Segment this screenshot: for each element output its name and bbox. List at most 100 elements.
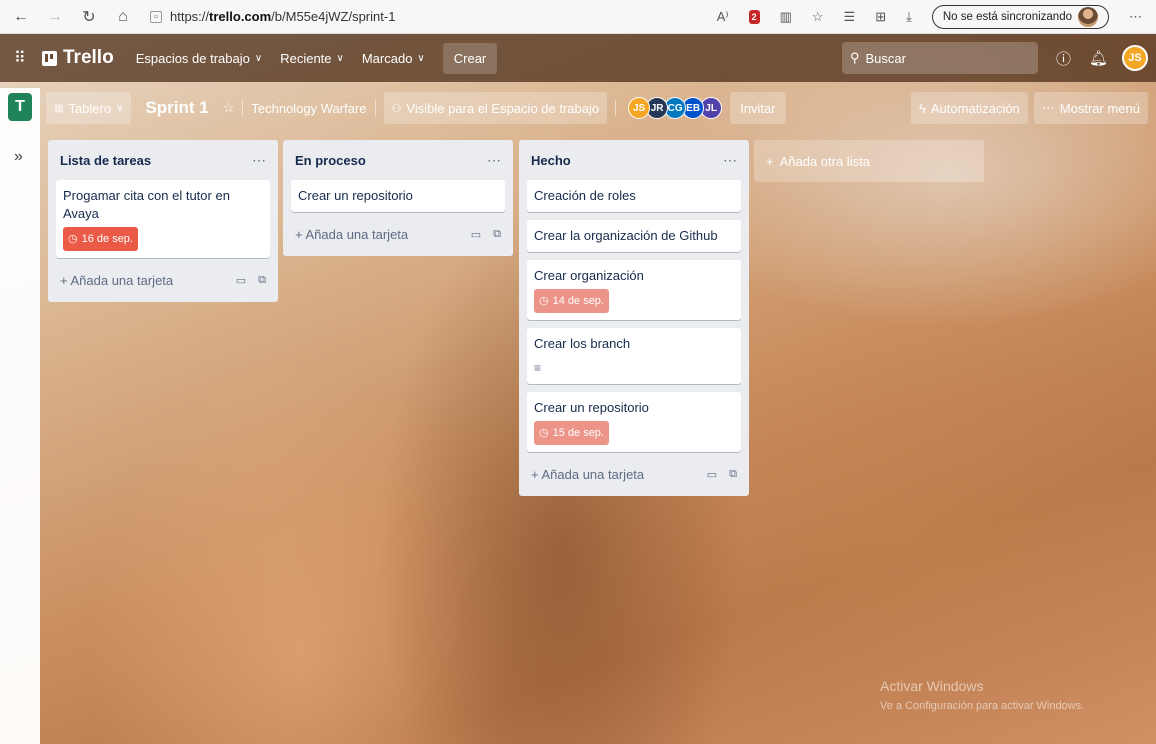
add-card-label: + Añada una tarjeta xyxy=(295,227,408,242)
expand-sidebar-icon[interactable]: » xyxy=(14,148,23,166)
card-cover-icon[interactable]: ▭ xyxy=(471,228,481,241)
card[interactable]: Crear un repositorio xyxy=(291,180,505,212)
reload-icon[interactable]: ↻ xyxy=(76,4,102,30)
due-date-text: 14 de sep. xyxy=(552,295,604,307)
card[interactable]: Creación de roles xyxy=(527,180,741,212)
trello-logo-text: Trello xyxy=(63,47,114,68)
add-list-label: Añada otra lista xyxy=(779,153,870,169)
divider xyxy=(242,100,244,116)
clock-icon: ◷ xyxy=(68,233,78,245)
create-button[interactable]: Crear xyxy=(442,42,498,74)
workspace-badge[interactable]: T xyxy=(8,93,32,121)
list-title[interactable]: En proceso xyxy=(295,153,366,168)
page-info-icon[interactable]: ▫ xyxy=(150,10,162,23)
star-board-icon[interactable]: ☆ xyxy=(223,100,235,116)
list-title[interactable]: Hecho xyxy=(531,153,571,168)
add-card-button[interactable]: + Añada una tarjeta ▭ ⧉ xyxy=(527,460,741,488)
url-domain: trello.com xyxy=(209,9,272,24)
due-date-badge[interactable]: ◷ 15 de sep. xyxy=(534,421,609,445)
windows-activation-watermark: Activar Windows Ve a Configuración para … xyxy=(880,676,1084,716)
list-column: Hecho ⋯ Creación de roles Crear la organiza… xyxy=(519,140,749,496)
app-switcher-icon[interactable]: ⠿ xyxy=(14,48,34,68)
add-card-button[interactable]: + Añada una tarjeta ▭ ⧉ xyxy=(291,220,505,248)
automation-button[interactable]: ϟ Automatización xyxy=(911,92,1028,124)
board-title[interactable]: Sprint 1 xyxy=(145,98,208,118)
description-icon: ≡ xyxy=(534,361,542,375)
card[interactable]: Crear organización ◷ 14 de sep. xyxy=(527,260,741,320)
address-bar[interactable]: ▫ https://trello.com/b/M55e4jWZ/sprint-1 xyxy=(150,5,395,29)
card-cover-icon[interactable]: ▭ xyxy=(236,274,246,287)
browser-menu-icon[interactable]: ⋯ xyxy=(1129,9,1142,25)
board-view-icon: ▥ xyxy=(54,102,64,114)
menu-recent-label: Reciente xyxy=(280,50,332,66)
menu-recent[interactable]: Reciente ∨ xyxy=(280,51,344,66)
list-column: En proceso ⋯ Crear un repositorio + Añada u… xyxy=(283,140,513,256)
card-cover-icon[interactable]: ▭ xyxy=(707,468,717,481)
list-actions-icon[interactable]: ⋯ xyxy=(252,152,266,169)
automation-label: Automatización xyxy=(930,100,1020,116)
card-title: Crear un repositorio xyxy=(534,400,649,415)
download-icon[interactable]: ⤓ xyxy=(906,9,912,25)
board-view-switcher[interactable]: ▥ Tablero ∨ xyxy=(46,92,132,124)
board-members: JS JR CG EB JL xyxy=(628,97,723,119)
plus-icon: + xyxy=(295,226,306,242)
clock-icon: ◷ xyxy=(539,427,549,439)
search-icon: ⚲ xyxy=(849,50,860,65)
create-from-template-icon[interactable]: ⧉ xyxy=(493,228,501,241)
list-actions-icon[interactable]: ⋯ xyxy=(487,152,501,169)
list-title[interactable]: Lista de tareas xyxy=(60,153,151,168)
card[interactable]: Progamar cita con el tutor en Avaya ◷ 16 d… xyxy=(56,180,270,258)
back-arrow-icon[interactable]: ← xyxy=(8,4,34,30)
due-date-badge[interactable]: ◷ 16 de sep. xyxy=(63,227,138,251)
watermark-subtitle: Ve a Configuración para activar Windows. xyxy=(880,700,1085,712)
add-card-text: Añada una tarjeta xyxy=(541,466,645,482)
list-actions-icon[interactable]: ⋯ xyxy=(723,152,737,169)
list-header[interactable]: Hecho ⋯ xyxy=(527,140,741,180)
menu-workspaces-label: Espacios de trabajo xyxy=(135,50,250,66)
divider xyxy=(615,100,617,116)
sync-profile-button[interactable]: No se está sincronizando xyxy=(931,4,1109,29)
show-menu-button[interactable]: ⋯ Mostrar menú xyxy=(1033,92,1148,124)
list-header[interactable]: En proceso ⋯ xyxy=(291,140,505,180)
home-icon[interactable]: ⌂ xyxy=(110,4,136,30)
collections-icon[interactable]: ⊞ xyxy=(875,9,886,25)
read-aloud-icon[interactable]: A⁾ xyxy=(717,9,729,25)
trello-header: ⠿ Trello Espacios de trabajo ∨ Reciente … xyxy=(0,34,1156,82)
create-from-template-icon[interactable]: ⧉ xyxy=(258,274,266,287)
plus-icon: + xyxy=(766,153,774,169)
plus-icon: + xyxy=(531,466,542,482)
clock-icon: ◷ xyxy=(539,295,549,307)
add-list-button[interactable]: + Añada otra lista xyxy=(754,140,984,182)
create-from-template-icon[interactable]: ⧉ xyxy=(729,468,737,481)
menu-starred[interactable]: Marcado ∨ xyxy=(362,51,425,66)
list-header[interactable]: Lista de tareas ⋯ xyxy=(56,140,270,180)
info-icon[interactable]: ⓘ xyxy=(1056,48,1071,69)
add-card-button[interactable]: + Añada una tarjeta ▭ ⧉ xyxy=(56,266,270,294)
notifications-bell-icon[interactable]: 🔔︎ xyxy=(1089,49,1108,67)
menu-workspaces[interactable]: Espacios de trabajo ∨ xyxy=(136,51,263,66)
workspace-sidebar-collapsed xyxy=(0,88,40,744)
card[interactable]: Crear los branch ≡ xyxy=(527,328,741,384)
forward-arrow-icon[interactable]: → xyxy=(42,4,68,30)
card[interactable]: Crear la organización de Github xyxy=(527,220,741,252)
add-card-text: Añada una tarjeta xyxy=(305,226,409,242)
favorites-list-icon[interactable]: ☰ xyxy=(844,9,856,25)
visibility-button[interactable]: ⚇ Visible para el Espacio de trabajo xyxy=(383,92,608,124)
member-avatar[interactable]: JS xyxy=(628,97,651,119)
search-input[interactable]: ⚲ Buscar xyxy=(841,42,1038,74)
workspace-name-button[interactable]: Technology Warfare xyxy=(251,101,366,116)
card-title: Crear un repositorio xyxy=(298,188,413,203)
visibility-label: Visible para el Espacio de trabajo xyxy=(406,100,600,116)
search-placeholder: Buscar xyxy=(865,50,906,66)
invite-button[interactable]: Invitar xyxy=(730,92,786,124)
user-avatar[interactable]: JS xyxy=(1122,45,1148,71)
due-date-badge[interactable]: ◷ 14 de sep. xyxy=(534,289,609,313)
split-screen-icon[interactable]: ▥ xyxy=(780,9,792,25)
show-menu-label: Mostrar menú xyxy=(1059,100,1140,116)
extension-badge[interactable]: 2 xyxy=(748,9,760,24)
trello-logo[interactable]: Trello xyxy=(42,47,114,69)
favorites-star-icon[interactable]: ☆ xyxy=(812,9,824,25)
add-card-label: + Añada una tarjeta xyxy=(531,467,644,482)
lightning-icon: ϟ xyxy=(919,100,926,116)
card[interactable]: Crear un repositorio ◷ 15 de sep. xyxy=(527,392,741,452)
